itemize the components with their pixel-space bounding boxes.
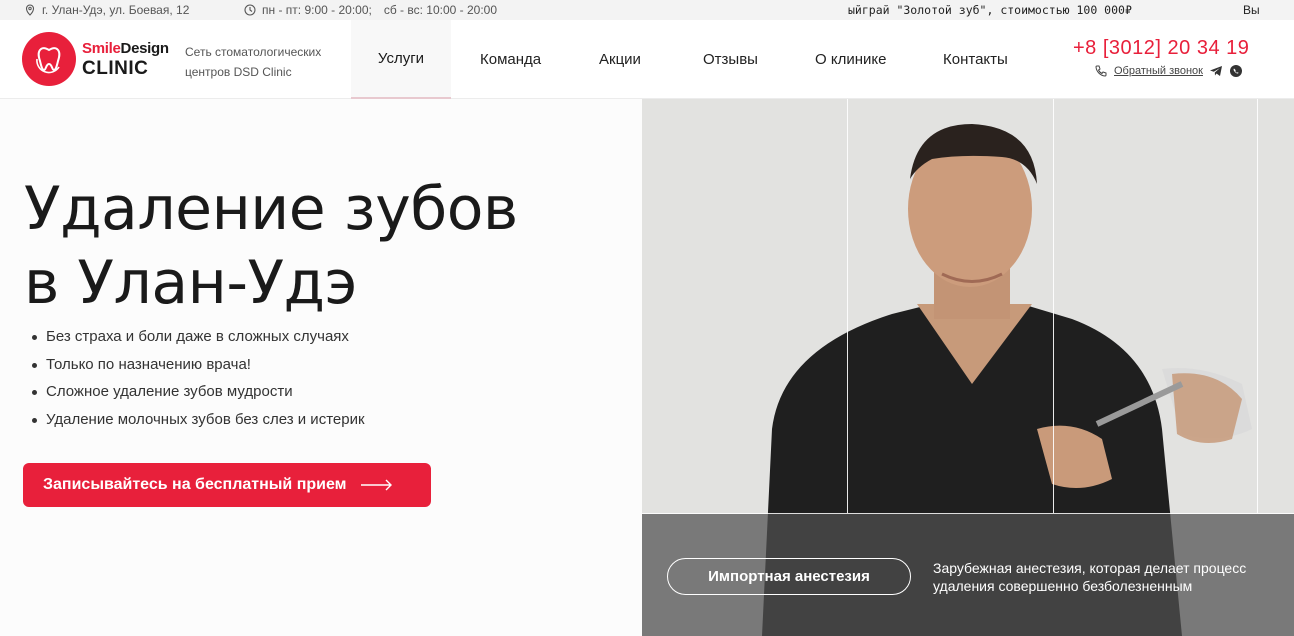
location-pin-icon <box>25 4 35 16</box>
logo-tooth-icon[interactable] <box>22 32 76 86</box>
hours-weekend: сб - вс: 10:00 - 20:00 <box>383 3 498 17</box>
doctor-photo: Импортная анестезия Зарубежная анестезия… <box>642 99 1294 636</box>
grid-divider <box>1257 99 1258 513</box>
list-item: Удаление молочных зубов без слез и истер… <box>30 410 365 438</box>
grid-divider <box>847 99 848 513</box>
callback-link[interactable]: Обратный звонок <box>1114 65 1203 77</box>
top-info-bar: г. Улан-Удэ, ул. Боевая, 12 пн - пт: 9:0… <box>0 0 1294 20</box>
nav-item-about[interactable]: О клинике <box>815 51 886 68</box>
whatsapp-icon[interactable] <box>1229 64 1243 78</box>
grid-divider <box>1053 99 1054 513</box>
arrow-right-icon <box>360 479 392 491</box>
feature-pill-anesthesia[interactable]: Импортная анестезия <box>667 558 911 595</box>
address: г. Улан-Удэ, ул. Боевая, 12 <box>24 3 189 17</box>
callback-row: Обратный звонок <box>1094 64 1243 78</box>
telegram-icon[interactable] <box>1209 64 1223 78</box>
nav-item-reviews[interactable]: Отзывы <box>703 51 758 68</box>
nav-item-contacts[interactable]: Контакты <box>943 51 1008 68</box>
cta-label: Записывайтесь на бесплатный прием <box>43 476 347 493</box>
title-line-1: Удаление зубов <box>24 174 518 244</box>
promo-ticker[interactable]: ыйграй "Золотой зуб", стоимостью 100 000… <box>848 3 1132 17</box>
nav-item-promotions[interactable]: Акции <box>599 51 641 68</box>
hours-weekdays: пн - пт: 9:00 - 20:00; <box>262 3 372 17</box>
phone-icon <box>1095 65 1107 77</box>
working-hours: пн - пт: 9:00 - 20:00; сб - вс: 10:00 - … <box>244 3 497 17</box>
feature-description: Зарубежная анестезия, которая делает про… <box>933 560 1247 594</box>
brand-name[interactable]: SmileDesign CLINIC <box>82 41 169 78</box>
brand-clinic: CLINIC <box>82 58 149 79</box>
benefits-list: Без страха и боли даже в сложных случаях… <box>30 327 365 437</box>
address-text: г. Улан-Удэ, ул. Боевая, 12 <box>42 3 190 17</box>
brand-design: Design <box>120 40 170 57</box>
page-title: Удаление зубов в Улан-Удэ <box>24 172 624 320</box>
brand-smile: Smile <box>82 40 121 57</box>
nav-item-team[interactable]: Команда <box>480 51 541 68</box>
nav-item-services[interactable]: Услуги <box>351 20 451 99</box>
book-free-appointment-button[interactable]: Записывайтесь на бесплатный прием <box>23 463 431 507</box>
tagline: Сеть стоматологических центров DSD Clini… <box>185 45 322 79</box>
list-item: Сложное удаление зубов мудрости <box>30 382 365 410</box>
list-item: Только по назначению врача! <box>30 355 365 383</box>
list-item: Без страха и боли даже в сложных случаях <box>30 327 365 355</box>
title-line-2: в Улан-Удэ <box>24 248 357 318</box>
site-header: SmileDesign CLINIC Сеть стоматологически… <box>0 20 1294 99</box>
phone-number[interactable]: +8 [3012] 20 34 19 <box>1073 37 1249 60</box>
clock-icon <box>244 4 256 16</box>
promo-ticker-tail: Вы <box>1243 3 1260 17</box>
